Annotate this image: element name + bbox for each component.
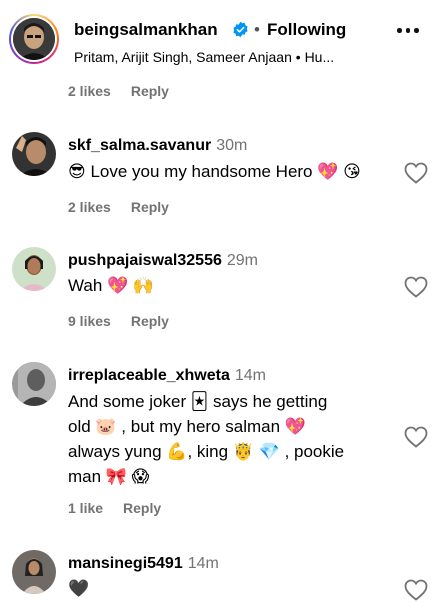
- story-ring[interactable]: [9, 14, 59, 64]
- avatar[interactable]: [12, 132, 56, 176]
- comment-meta: 1 like Reply: [68, 500, 161, 516]
- comment-time: 30m: [216, 137, 248, 154]
- separator-dot: •: [254, 20, 260, 39]
- more-options-icon[interactable]: [397, 28, 419, 36]
- likes-count[interactable]: 2 likes: [68, 199, 111, 215]
- like-heart-icon[interactable]: [404, 426, 428, 448]
- comment-text-line: And some joker 🃏 says he getting: [68, 392, 328, 411]
- reply-button[interactable]: Reply: [123, 500, 161, 516]
- comment-text: Wah 💖 🙌: [68, 276, 155, 295]
- comment-text-line: old 🐷 , but my hero salman 💖: [68, 417, 306, 436]
- comment-meta: 2 likes Reply: [68, 199, 169, 215]
- comment-text-line: always yung 💪, king 🤴 💎 , pookie: [68, 442, 345, 461]
- likes-count[interactable]: 2 likes: [68, 83, 111, 99]
- comment-text: 😎 Love you my handsome Hero 💖 😘: [68, 162, 361, 181]
- comment-text: 🖤: [68, 579, 90, 598]
- avatar[interactable]: [13, 18, 55, 60]
- reply-button[interactable]: Reply: [131, 199, 169, 215]
- like-heart-icon[interactable]: [404, 579, 428, 601]
- comment-time: 29m: [226, 252, 258, 269]
- comment-meta: 2 likes Reply: [68, 83, 169, 99]
- reply-button[interactable]: Reply: [131, 83, 169, 99]
- comment-time: 14m: [234, 367, 266, 384]
- like-heart-icon[interactable]: [404, 162, 428, 184]
- likes-count[interactable]: 9 likes: [68, 313, 111, 329]
- post-username[interactable]: beingsalmankhan: [74, 20, 218, 40]
- verified-badge-icon: [233, 21, 248, 38]
- following-button[interactable]: Following: [267, 20, 346, 40]
- like-heart-icon[interactable]: [404, 276, 428, 298]
- post-header: beingsalmankhan • Following Pritam, Arij…: [0, 0, 438, 70]
- comment-meta: 9 likes Reply: [68, 313, 169, 329]
- comment-username[interactable]: pushpajaiswal32556 29m: [68, 252, 258, 270]
- comment-time: 14m: [187, 555, 219, 572]
- likes-count[interactable]: 1 like: [68, 500, 103, 516]
- comment-text: And some joker 🃏 says he getting old 🐷 ,…: [68, 389, 344, 489]
- audio-credit[interactable]: Pritam, Arijit Singh, Sameer Anjaan • Hu…: [74, 49, 334, 65]
- comment-username[interactable]: irreplaceable_xhweta 14m: [68, 367, 266, 385]
- comment-username[interactable]: mansinegi5491 14m: [68, 555, 219, 573]
- reply-button[interactable]: Reply: [131, 313, 169, 329]
- comment-text-line: man 🎀 😱: [68, 467, 150, 486]
- avatar[interactable]: [12, 362, 56, 406]
- avatar[interactable]: [12, 247, 56, 291]
- avatar[interactable]: [12, 550, 56, 594]
- comment-username[interactable]: skf_salma.savanur 30m: [68, 137, 247, 155]
